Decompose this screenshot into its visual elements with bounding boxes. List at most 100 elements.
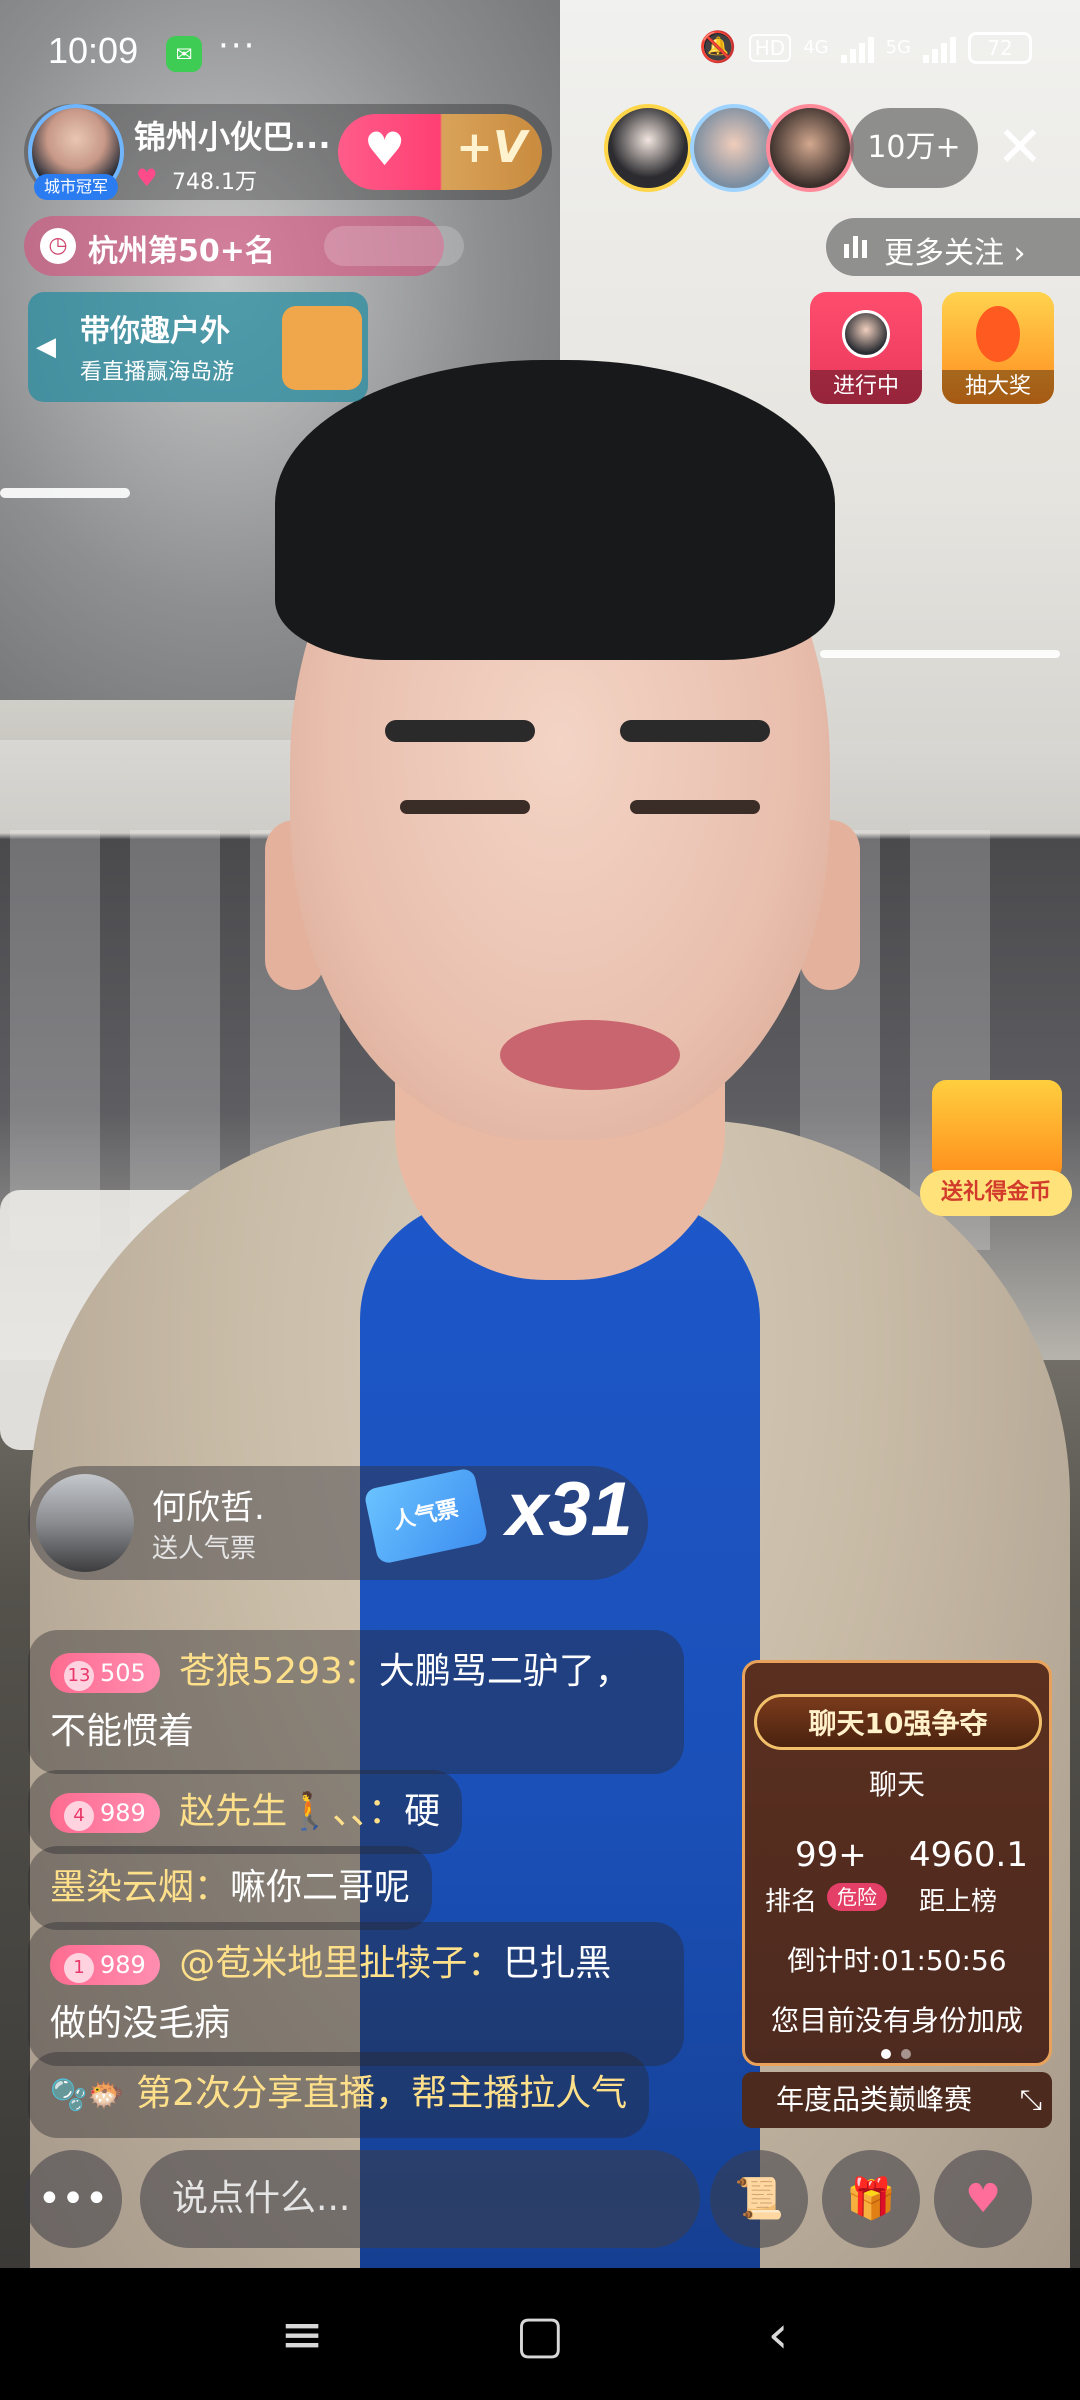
panel-title: 聊天10强争夺 [808,1707,988,1740]
chat-username[interactable]: 赵先生🚶、、： [179,1791,404,1832]
fan-level-value: 989 [100,1951,146,1979]
more-follow-button[interactable]: 更多关注 › [826,218,1080,276]
viewer-avatar[interactable] [604,104,692,192]
chat-message[interactable]: 4 989 赵先生🚶、、：硬 [28,1770,463,1854]
chat-text: 嘛你二哥呢 [230,1867,411,1908]
streamer-mouth [500,1020,680,1090]
network-4g-label: 4G [803,37,829,58]
promo-subtitle: 看直播赢海岛游 [80,360,235,385]
chat-text: 大鹏骂二驴了， [378,1651,631,1692]
status-time: 10:09 [48,30,139,71]
island-boat-icon [282,306,362,390]
ongoing-label: 进行中 [810,370,922,404]
gift-notification: 何欣哲. 送人气票 人气票 x31 [28,1466,648,1580]
wechat-notification-icon: ✉ [166,36,202,72]
menu-icon[interactable]: ≡ [262,2300,342,2370]
expand-arrows-icon[interactable]: ⤡ [1020,2072,1042,2128]
chat-system-message: 🫧🐡 第2次分享直播，帮主播拉人气 [28,2052,650,2138]
annual-contest-bar[interactable]: 年度品类巅峰赛 ⤡ [742,2072,1052,2128]
popularity-ticket-icon: 人气票 [363,1467,489,1565]
chat-username[interactable]: 墨染云烟： [50,1867,230,1908]
close-icon[interactable]: ✕ [992,108,1048,188]
fan-level-badge: 13 505 [50,1653,160,1693]
city-rank-pill[interactable]: ◷ 杭州第50+名 [24,216,464,276]
heart-plus-icon: ♥ [364,122,406,176]
viewer-avatar[interactable] [690,104,778,192]
promo-title: 带你趣户外 [80,314,230,349]
lottery-card[interactable]: 抽大奖 [942,292,1054,404]
gifter-avatar[interactable] [36,1474,134,1572]
bubbles-icon: 🫧🐡 [50,2078,125,2113]
danger-badge: 危险 [827,1883,887,1911]
gift-action: 送人气票 [152,1534,257,1564]
annual-contest-label: 年度品类巅峰赛 [776,2083,973,2116]
ongoing-avatar [842,310,890,358]
treasure-label[interactable]: 送礼得金币 [920,1170,1072,1216]
host-popularity: 748.1万 [172,170,257,195]
ceiling-light [820,650,1060,658]
hd-label: HD [748,33,792,62]
chat-username[interactable]: @苞米地里扯犊子： [179,1943,503,1984]
chevron-left-icon: ◀ [36,332,56,362]
panel-category: 聊天 [868,1768,925,1801]
back-icon[interactable]: ‹ [738,2300,818,2370]
chat-message[interactable]: 1 989 @苞米地里扯犊子：巴扎黑 做的没毛病 [28,1922,684,2066]
system-text: 第2次分享直播，帮主播拉人气 [136,2073,628,2114]
signal-icon [923,33,956,63]
heart-icon: ♥ [136,164,158,192]
viewer-avatar[interactable] [766,104,854,192]
home-icon[interactable]: ▢ [500,2300,580,2370]
rank-ghost-tag [324,226,464,266]
chat-text: 硬 [404,1791,441,1832]
comment-input[interactable]: 说点什么... [140,2150,700,2248]
chat-message[interactable]: 墨染云烟：嘛你二哥呢 [28,1846,433,1930]
streamer-eye [400,800,530,814]
viewer-count[interactable]: 10万+ [850,108,978,188]
streamer-brow [620,720,770,742]
chart-bars-icon [844,236,867,258]
more-options-button[interactable]: ••• [24,2150,122,2248]
fan-level-number: 4 [64,1801,94,1831]
host-name[interactable]: 锦州小伙巴... [134,112,330,158]
panel-gap-value: 4960.1 [909,1835,1028,1875]
panel-rank-value: 99+ [795,1835,867,1875]
clock-icon: ◷ [40,228,76,264]
chat-text-continued: 做的没毛病 [50,2003,231,2044]
gift-box-icon[interactable]: 🎁 [822,2150,920,2248]
panel-identity-note: 您目前没有身份加成 [770,2004,1023,2037]
treasure-chest-icon[interactable] [932,1080,1062,1180]
panel-page-dots [881,2049,911,2059]
status-right: 🔕 HD 4G 5G 72 [699,30,1032,65]
scroll-ticket-icon[interactable]: 📜 [710,2150,808,2248]
fire-drop-icon [976,306,1020,362]
ceiling-light [0,488,130,498]
city-rank-text: 杭州第50+名 [88,234,275,269]
outdoor-promo-banner[interactable]: ◀ 带你趣户外 看直播赢海岛游 [28,292,368,402]
chat-text-continued: 不能惯着 [50,1711,195,1752]
window-pane [10,830,100,1250]
streamer-eye [630,800,760,814]
streamer-brow [385,720,535,742]
more-follow-label: 更多关注 › [884,236,1026,271]
fan-level-value: 505 [100,1659,146,1687]
panel-gap-label: 距上榜 [919,1887,998,1917]
fan-level-value: 989 [100,1799,146,1827]
ongoing-card[interactable]: 进行中 [810,292,922,404]
lottery-label: 抽大奖 [942,370,1054,404]
status-bar: 10:09 ✉ ··· 🔕 HD 4G 5G 72 [0,0,1080,108]
gift-combo-count: x31 [506,1467,633,1552]
chat-message[interactable]: 13 505 苍狼5293：大鹏骂二驴了， 不能惯着 [28,1630,684,1774]
chat-username[interactable]: 苍狼5293： [179,1651,379,1692]
heart-plus-button[interactable]: ♥ [934,2150,1032,2248]
streamer-hair [275,360,835,660]
follow-button[interactable]: ♥ +V [338,114,542,190]
gifter-name: 何欣哲. [152,1488,265,1528]
host-city-badge: 城市冠军 [34,174,118,200]
battery-indicator: 72 [968,31,1032,64]
fan-level-number: 13 [64,1661,94,1691]
signal-icon [840,33,874,63]
network-5g-label: 5G [885,37,911,58]
mute-bell-icon: 🔕 [699,30,737,65]
fan-level-badge: 1 989 [50,1945,160,1985]
fan-level-number: 1 [64,1953,94,1983]
